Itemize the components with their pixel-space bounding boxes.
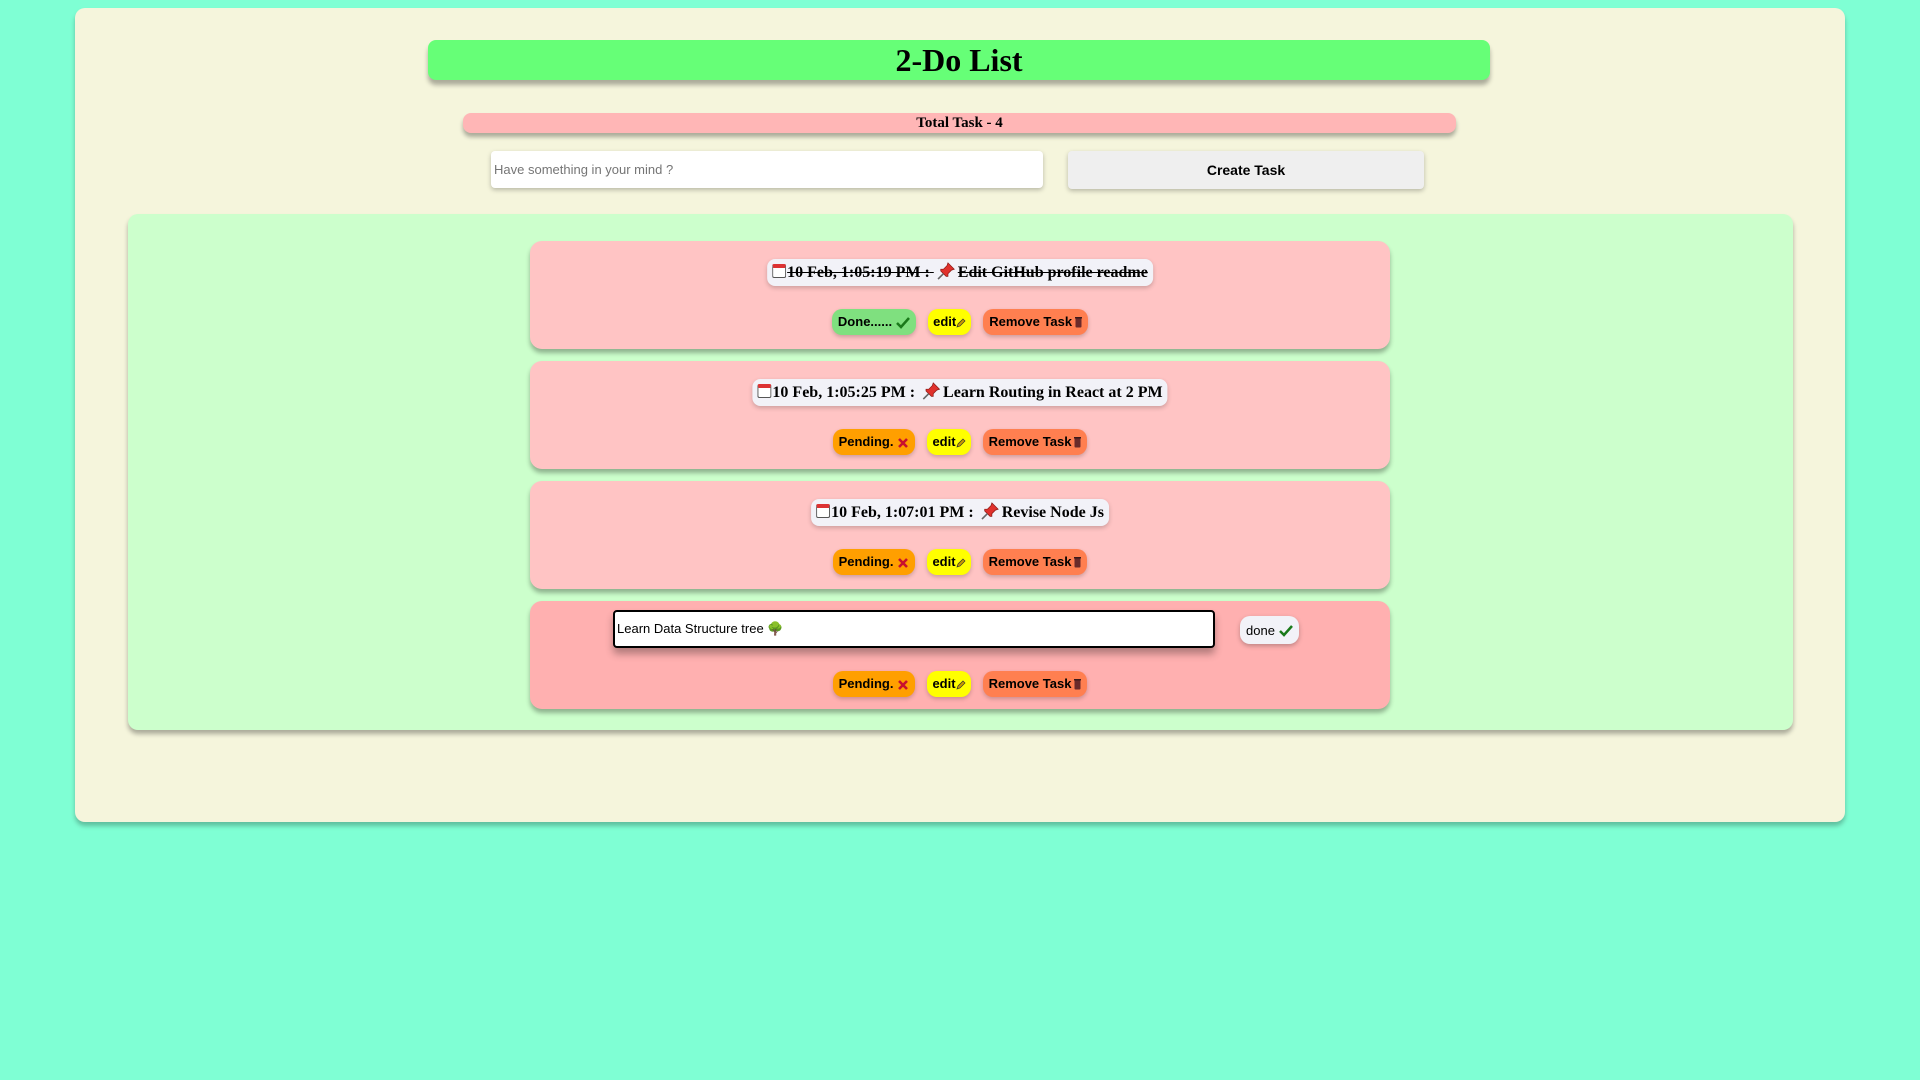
task-title: 10 Feb, 1:05:25 PM : Learn Routing in Re… [752,379,1168,406]
pencil-icon [956,318,966,328]
remove-task-button[interactable]: Remove Task [982,671,1088,697]
cross-icon [898,437,909,448]
pencil-icon [956,438,966,448]
remove-label: Remove Task [988,434,1072,449]
task-timestamp: 10 Feb, 1:07:01 PM : [831,504,974,521]
pushpin-icon [937,262,955,280]
task-text: Revise Node Js [1001,504,1104,521]
calendar-icon [816,504,831,518]
create-task-button[interactable]: Create Task [1068,151,1424,189]
trash-icon [1074,557,1082,568]
remove-label: Remove Task [988,676,1072,691]
app-container: 2-Do List Total Task - 4 Create Task 10 … [75,8,1845,822]
pencil-icon [956,558,966,568]
task-actions: Pending. edit Remove Task [530,671,1390,697]
task-status-button[interactable]: Pending. [832,429,916,455]
edit-label: edit [933,314,957,329]
task-status-label: Pending. [838,554,894,569]
task-timestamp: 10 Feb, 1:05:19 PM : [787,264,930,281]
save-edit-button[interactable]: done [1240,616,1299,644]
cross-icon [898,557,909,568]
task-actions: Pending. edit Remove Task [530,549,1390,575]
edit-task-button[interactable]: edit [927,549,971,575]
task-status-button[interactable]: Done...... [831,309,917,335]
task-list: 10 Feb, 1:05:19 PM : Edit GitHub profile… [128,214,1793,730]
trash-icon [1075,317,1083,328]
check-icon [1279,625,1293,637]
task-text: Edit GitHub profile readme [957,264,1148,281]
task-status-label: Pending. [838,676,894,691]
remove-task-button[interactable]: Remove Task [982,549,1088,575]
app-title: 2-Do List [428,40,1490,80]
task-card: 10 Feb, 1:05:25 PM : Learn Routing in Re… [530,361,1390,469]
task-timestamp: 10 Feb, 1:05:25 PM : [772,384,916,401]
cross-icon [898,679,909,690]
trash-icon [1074,679,1082,690]
task-actions: Done...... edit Remove Task [530,309,1390,335]
edit-task-input[interactable] [613,610,1215,648]
task-card-editing: done Pending. edit Remove Task [530,601,1390,709]
task-status-button[interactable]: Pending. [832,549,916,575]
total-task-count: Total Task - 4 [463,113,1456,133]
remove-label: Remove Task [988,554,1072,569]
remove-task-button[interactable]: Remove Task [982,429,1088,455]
edit-task-button[interactable]: edit [927,429,971,455]
task-status-label: Pending. [838,434,894,449]
pencil-icon [956,680,966,690]
new-task-input[interactable] [491,151,1043,188]
task-status-label: Done...... [837,314,893,329]
pushpin-icon [922,382,940,400]
edit-label: edit [932,434,956,449]
task-card: 10 Feb, 1:05:19 PM : Edit GitHub profile… [530,241,1390,349]
pushpin-icon [981,502,999,520]
task-title: 10 Feb, 1:07:01 PM : Revise Node Js [811,499,1109,526]
edit-task-button[interactable]: edit [927,671,971,697]
done-label: done [1246,622,1275,638]
calendar-icon [757,384,772,398]
task-card: 10 Feb, 1:07:01 PM : Revise Node Js Pend… [530,481,1390,589]
edit-label: edit [932,554,956,569]
edit-task-button[interactable]: edit [928,309,972,335]
task-title: 10 Feb, 1:05:19 PM : Edit GitHub profile… [767,259,1153,286]
trash-icon [1074,437,1082,448]
remove-task-button[interactable]: Remove Task [983,309,1089,335]
task-status-button[interactable]: Pending. [832,671,916,697]
task-actions: Pending. edit Remove Task [530,429,1390,455]
edit-label: edit [932,676,956,691]
calendar-icon [772,264,787,278]
task-text: Learn Routing in React at 2 PM [943,384,1163,401]
check-icon [896,316,911,329]
remove-label: Remove Task [989,314,1073,329]
